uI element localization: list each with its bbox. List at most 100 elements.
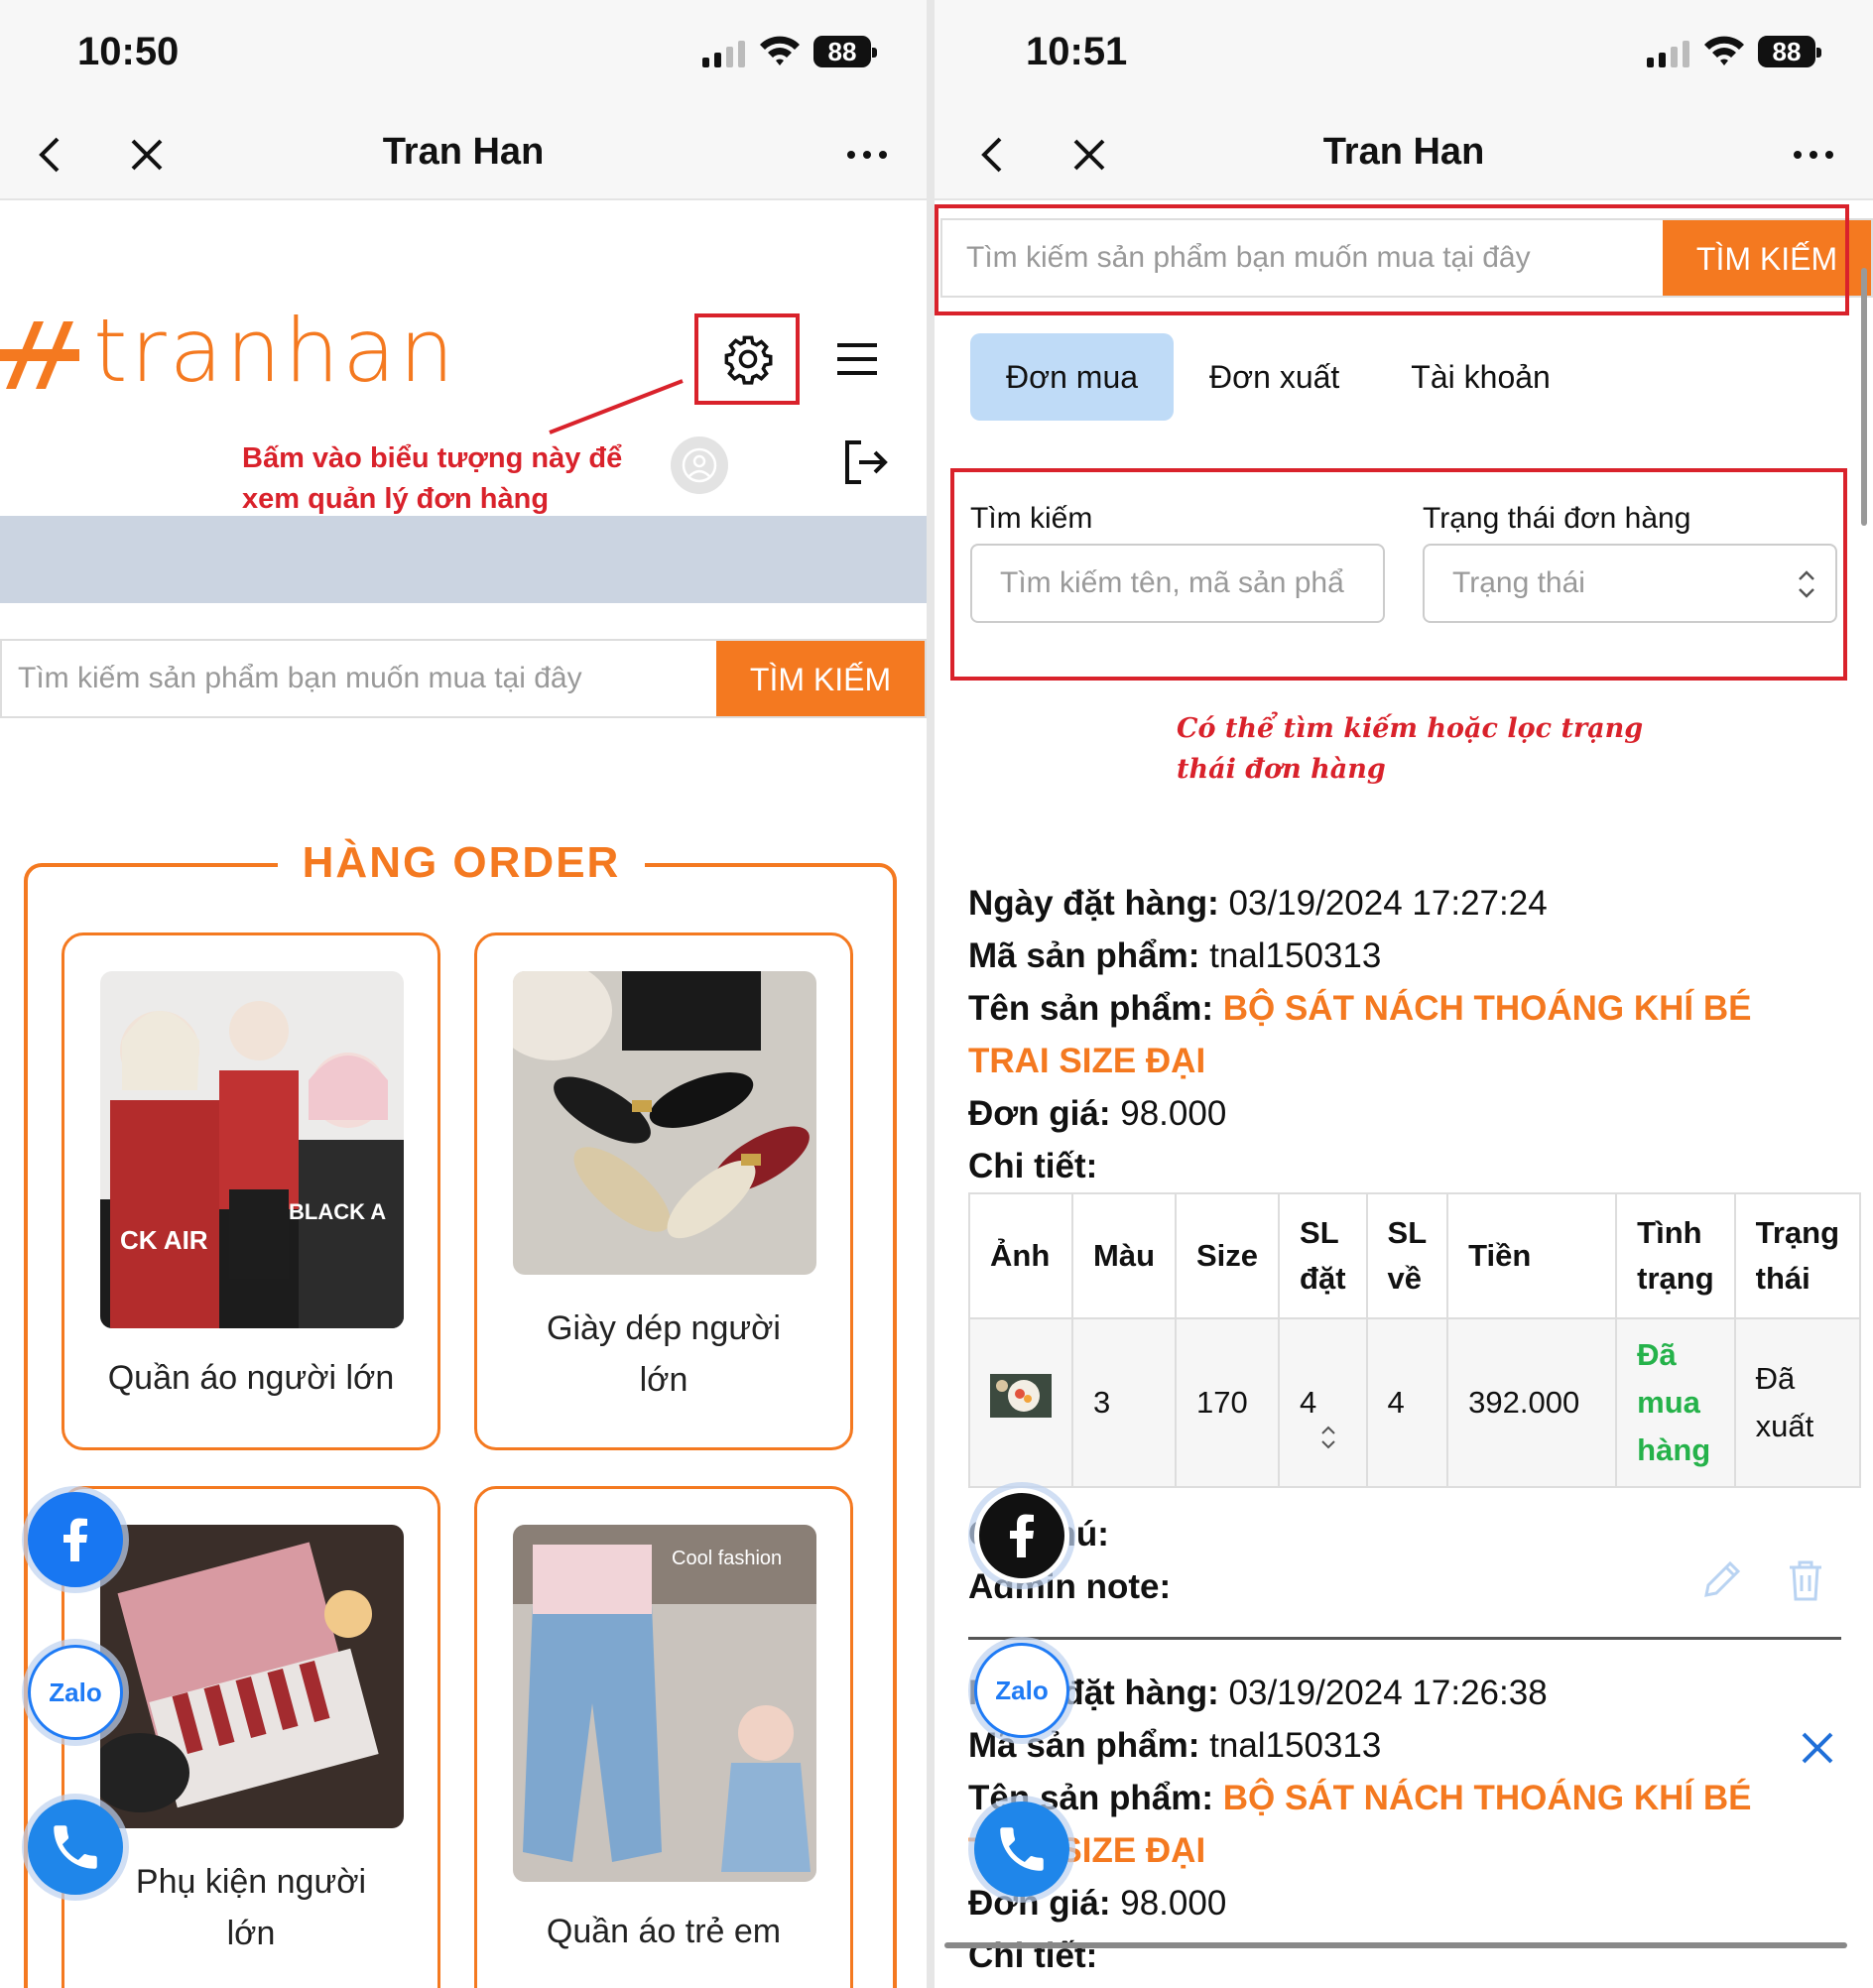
order-price-label: Đơn giá: bbox=[968, 1094, 1111, 1133]
product-name-cont[interactable]: TRAI SIZE ĐẠI bbox=[968, 1824, 1752, 1877]
state-line: Đã bbox=[1755, 1361, 1796, 1396]
category-image: CK AIR BLACK A bbox=[100, 971, 404, 1328]
category-card-kids-clothes[interactable]: Cool fashion Quần áo trẻ em bbox=[474, 1486, 853, 1988]
condition-line: hàng bbox=[1637, 1432, 1711, 1467]
status-bar: 10:50 88 bbox=[0, 0, 927, 109]
status-bar: 10:51 88 bbox=[935, 0, 1873, 109]
order-price-row: Đơn giá: 98.000 bbox=[968, 1877, 1752, 1929]
status-filter-select[interactable]: Trạng thái bbox=[1423, 544, 1837, 623]
search-filter-label: Tìm kiếm bbox=[970, 502, 1093, 535]
annotation-arrow bbox=[549, 379, 684, 435]
cancel-order-icon[interactable] bbox=[1798, 1728, 1837, 1768]
category-label: Phụ kiện người lớn bbox=[64, 1856, 437, 1959]
col-qty-recv: SL về bbox=[1365, 1192, 1449, 1319]
product-name[interactable]: BỘ SÁT NÁCH THOÁNG KHÍ BÉ bbox=[1223, 1779, 1752, 1817]
phone-button[interactable] bbox=[28, 1800, 123, 1895]
order-price: 98.000 bbox=[1120, 1094, 1227, 1133]
svg-text:BLACK A: BLACK A bbox=[289, 1199, 386, 1224]
product-thumbnail[interactable] bbox=[990, 1374, 1052, 1418]
gear-icon[interactable] bbox=[722, 333, 774, 385]
site-logo[interactable]: tranhan bbox=[0, 298, 454, 417]
category-card-adult-clothes[interactable]: CK AIR BLACK A Quần áo người lớn bbox=[62, 932, 440, 1450]
category-label-line: Giày dép người bbox=[547, 1309, 781, 1347]
category-label: Quần áo trẻ em bbox=[546, 1913, 782, 1950]
cell-color: 3 bbox=[1071, 1317, 1177, 1488]
svg-text:Cool fashion: Cool fashion bbox=[672, 1548, 782, 1569]
nav-bar: Tran Han bbox=[0, 109, 927, 200]
svg-text:CK AIR: CK AIR bbox=[120, 1225, 208, 1255]
chevron-updown-icon bbox=[1799, 570, 1814, 598]
order-price: 98.000 bbox=[1120, 1884, 1227, 1923]
battery-icon: 88 bbox=[1758, 36, 1821, 67]
right-screen: 10:51 88 Tran Han Tìm kiếm sản phẩm bạn … bbox=[935, 0, 1873, 1988]
facebook-button[interactable] bbox=[974, 1488, 1069, 1583]
zalo-button[interactable]: Zalo bbox=[974, 1643, 1069, 1738]
order-date-label: Ngày đặt hàng: bbox=[968, 884, 1219, 923]
zalo-button[interactable]: Zalo bbox=[28, 1645, 123, 1740]
annotation-line: xem quản lý đơn hàng bbox=[242, 483, 550, 515]
phone-button[interactable] bbox=[974, 1802, 1069, 1897]
order-date-row: Ngày đặt hàng: 03/19/2024 17:27:24 bbox=[968, 877, 1752, 930]
cell-image bbox=[968, 1317, 1073, 1488]
horizontal-scrollbar[interactable] bbox=[944, 1942, 1847, 1948]
facebook-icon bbox=[63, 1518, 87, 1561]
tab-tai-khoan[interactable]: Tài khoản bbox=[1375, 333, 1586, 421]
category-card-adult-shoes[interactable]: Giày dép người lớn bbox=[474, 932, 853, 1450]
category-card-adult-accessories[interactable]: Phụ kiện người lớn bbox=[62, 1486, 440, 1988]
status-filter-label: Trạng thái đơn hàng bbox=[1423, 502, 1691, 535]
product-name[interactable]: BỘ SÁT NÁCH THOÁNG KHÍ BÉ bbox=[1223, 989, 1752, 1028]
table-header-row: Ảnh Màu Size SL đặt SL về Tiền Tình trạng T… bbox=[968, 1192, 1862, 1319]
col-image: Ảnh bbox=[968, 1192, 1073, 1319]
col-color: Màu bbox=[1071, 1192, 1177, 1319]
order-card: Ngày đặt hàng: 03/19/2024 17:26:38 Mã sả… bbox=[968, 1667, 1752, 1982]
order-name-label: Tên sản phẩm: bbox=[968, 989, 1213, 1028]
search-filter-input[interactable]: Tìm kiếm tên, mã sản phẩ bbox=[970, 544, 1385, 623]
logout-icon[interactable] bbox=[839, 436, 891, 488]
category-image: Cool fashion bbox=[513, 1525, 816, 1882]
status-time: 10:50 bbox=[77, 30, 180, 73]
status-filter-value: Trạng thái bbox=[1452, 566, 1585, 599]
logo-mark-icon bbox=[0, 321, 79, 389]
cell-size: 170 bbox=[1174, 1317, 1281, 1488]
header-line: SL bbox=[1387, 1215, 1428, 1250]
table-row: 3 170 4 4 392.000 Đã mua hàng Đã xuất bbox=[968, 1317, 1862, 1488]
stepper-icon[interactable] bbox=[1319, 1423, 1337, 1452]
edit-icon[interactable] bbox=[1698, 1557, 1744, 1603]
tab-don-mua[interactable]: Đơn mua bbox=[970, 333, 1175, 421]
order-detail-table: Ảnh Màu Size SL đặt SL về Tiền Tình trạng T… bbox=[968, 1192, 1862, 1488]
cell-qty-order[interactable]: 4 bbox=[1278, 1317, 1368, 1488]
search-input[interactable]: Tìm kiếm sản phẩm bạn muốn mua tại đây bbox=[2, 641, 716, 716]
more-icon[interactable] bbox=[841, 129, 893, 181]
category-image bbox=[513, 971, 816, 1275]
section-title: HÀNG ORDER bbox=[278, 838, 645, 888]
left-screen: 10:50 88 Tran Han tranhan Bấm vào biểu t… bbox=[0, 0, 927, 1988]
hamburger-menu-icon[interactable] bbox=[831, 333, 883, 385]
order-code: tnal150313 bbox=[1209, 936, 1382, 975]
screen-divider bbox=[927, 0, 935, 1988]
col-qty-order: SL đặt bbox=[1278, 1192, 1368, 1319]
vertical-scrollbar[interactable] bbox=[1861, 268, 1867, 526]
search-button[interactable]: TÌM KIẾM bbox=[716, 641, 925, 716]
cell-qty-recv: 4 bbox=[1365, 1317, 1449, 1488]
highlight-box bbox=[935, 204, 1849, 315]
zalo-icon: Zalo bbox=[995, 1675, 1049, 1705]
order-date-row: Ngày đặt hàng: 03/19/2024 17:26:38 bbox=[968, 1667, 1752, 1719]
order-code: tnal150313 bbox=[1209, 1726, 1382, 1765]
cell-state: Đã xuất bbox=[1733, 1317, 1862, 1488]
col-amount: Tiền bbox=[1446, 1192, 1618, 1319]
trash-icon[interactable] bbox=[1786, 1557, 1825, 1603]
order-name-row: Tên sản phẩm: BỘ SÁT NÁCH THOÁNG KHÍ BÉ bbox=[968, 1772, 1752, 1824]
facebook-button[interactable] bbox=[28, 1492, 123, 1587]
order-card: Ngày đặt hàng: 03/19/2024 17:27:24 Mã sả… bbox=[968, 877, 1752, 1192]
header-line: Tình bbox=[1637, 1215, 1702, 1250]
avatar[interactable] bbox=[671, 436, 728, 494]
col-state: Trạng thái bbox=[1733, 1192, 1862, 1319]
more-icon[interactable] bbox=[1788, 129, 1839, 181]
nav-title: Tran Han bbox=[1322, 131, 1485, 173]
qty-value: 4 bbox=[1300, 1385, 1317, 1420]
col-size: Size bbox=[1174, 1192, 1281, 1319]
tab-don-xuat[interactable]: Đơn xuất bbox=[1174, 333, 1375, 421]
phone-icon bbox=[54, 1825, 97, 1869]
product-name-cont[interactable]: TRAI SIZE ĐẠI bbox=[968, 1035, 1752, 1087]
category-label-line: lớn bbox=[226, 1915, 276, 1952]
